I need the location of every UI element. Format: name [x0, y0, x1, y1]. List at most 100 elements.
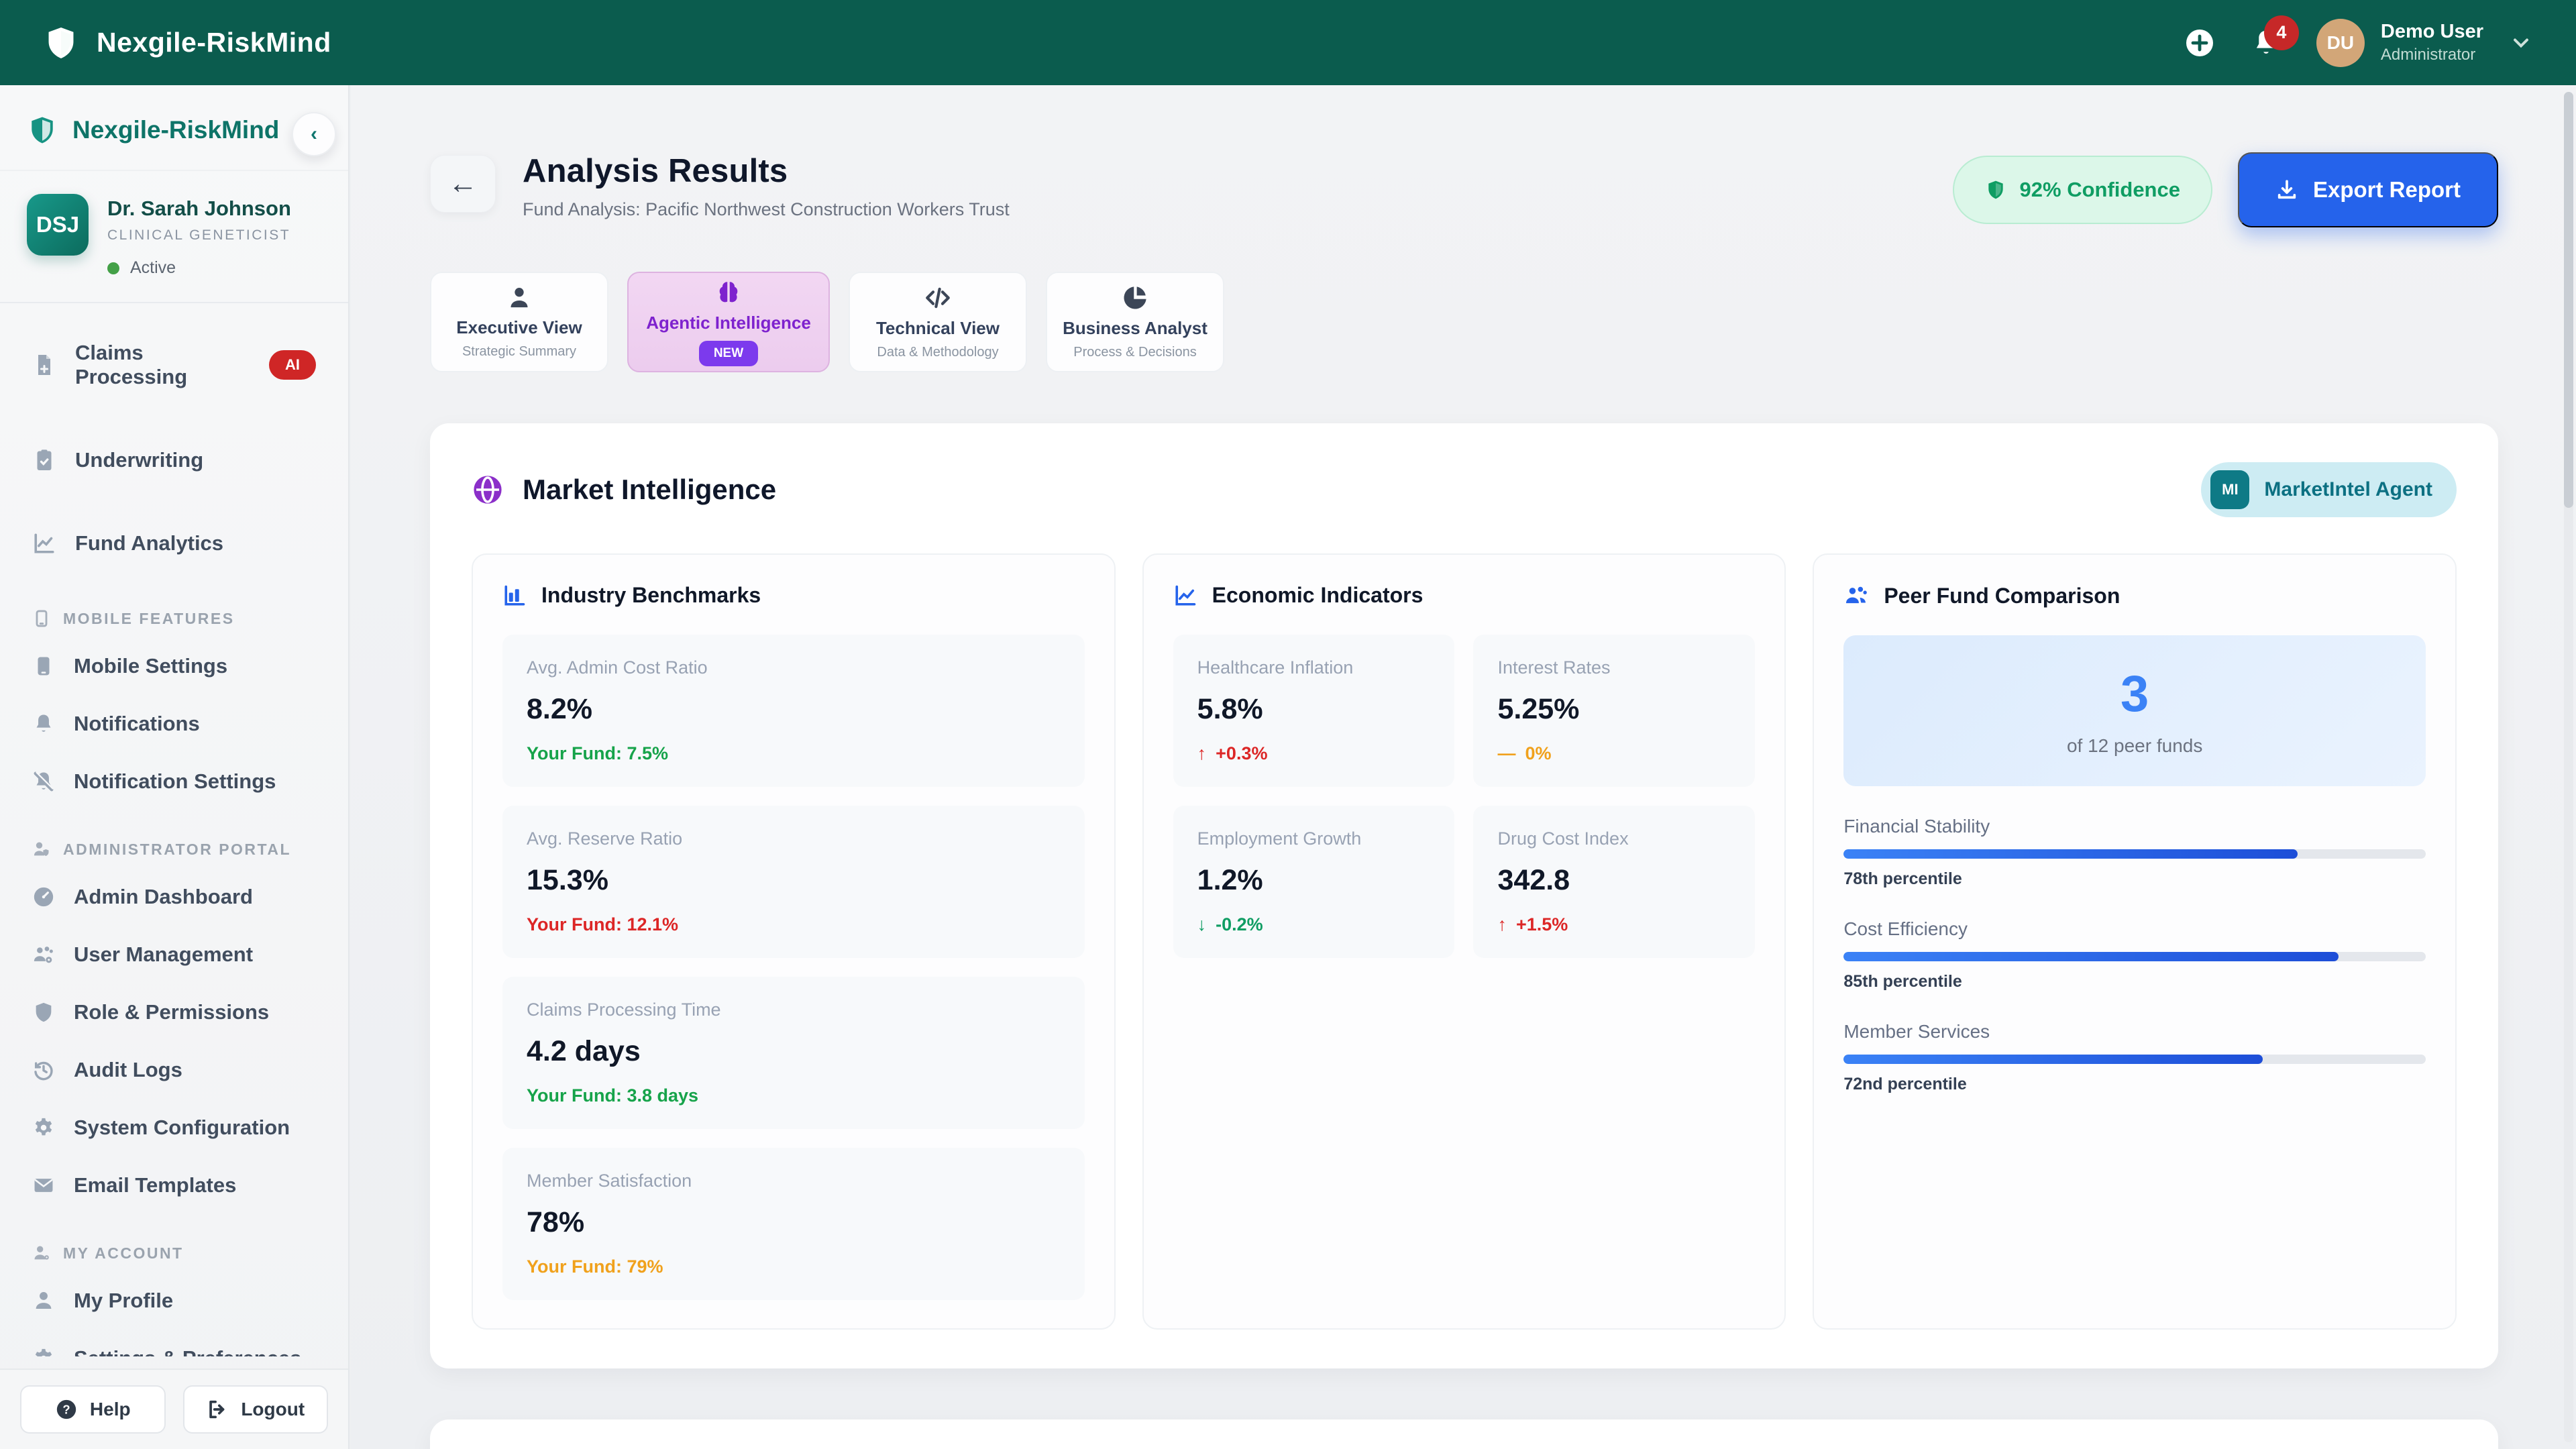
scrollbar-thumb[interactable]: [2564, 92, 2573, 508]
sidebar-profile: DSJ Dr. Sarah Johnson CLINICAL GENETICIS…: [0, 171, 348, 284]
sidebar-item-claims-processing[interactable]: Claims Processing AI: [17, 322, 331, 408]
sidebar-item-label: Role & Permissions: [74, 1000, 270, 1024]
add-button[interactable]: [2184, 27, 2216, 59]
sidebar-item-label: Settings & Preferences: [74, 1346, 301, 1356]
tab-agentic-intelligence[interactable]: Agentic Intelligence NEW: [627, 272, 830, 372]
pie-chart-icon: [1121, 284, 1149, 312]
percentile-bar: Member Services 72nd percentile: [1843, 1021, 2426, 1094]
user-shield-icon: [32, 840, 51, 859]
line-chart-icon: [32, 531, 56, 555]
sidebar-item-settings-preferences[interactable]: Settings & Preferences: [17, 1335, 331, 1356]
envelope-icon: [32, 1174, 55, 1197]
tab-business-analyst[interactable]: Business Analyst Process & Decisions: [1046, 272, 1224, 372]
peer-rank-box: 3 of 12 peer funds: [1843, 635, 2426, 786]
logout-button[interactable]: Logout: [182, 1385, 328, 1434]
sidebar-item-label: Fund Analytics: [75, 531, 224, 555]
sidebar-item-label: Underwriting: [75, 448, 204, 472]
gear-icon: [32, 1116, 55, 1139]
shield-logo-icon: [43, 25, 79, 61]
trend-down-indicator: ↓ -0.2%: [1197, 914, 1263, 934]
sidebar-item-role-permissions[interactable]: Role & Permissions: [17, 989, 331, 1036]
indicator-tile: Drug Cost Index 342.8 ↑ +1.5%: [1473, 806, 1756, 958]
profile-role: CLINICAL GENETICIST: [107, 227, 291, 243]
logout-icon: [206, 1398, 229, 1421]
help-button[interactable]: ? Help: [20, 1385, 166, 1434]
sidebar-nav: Claims Processing AI Underwriting Fund A…: [0, 303, 348, 1356]
section-my-account: MY ACCOUNT: [17, 1237, 331, 1269]
sidebar-item-notification-settings[interactable]: Notification Settings: [17, 758, 331, 805]
shield-icon: [32, 1001, 55, 1024]
sidebar-item-admin-dashboard[interactable]: Admin Dashboard: [17, 873, 331, 920]
back-button[interactable]: ←: [430, 155, 496, 213]
sidebar-item-label: Admin Dashboard: [74, 885, 253, 908]
tab-technical-view[interactable]: Technical View Data & Methodology: [849, 272, 1027, 372]
main-content: ← Analysis Results Fund Analysis: Pacifi…: [351, 85, 2576, 1449]
help-icon: ?: [55, 1398, 78, 1421]
benchmark-tile: Claims Processing Time 4.2 days Your Fun…: [502, 977, 1085, 1129]
sidebar-item-system-configuration[interactable]: System Configuration: [17, 1104, 331, 1151]
chevron-down-icon: [2509, 31, 2533, 55]
sidebar-collapse-button[interactable]: ‹: [292, 112, 336, 156]
sidebar-item-label: User Management: [74, 943, 254, 966]
file-plus-icon: [32, 353, 56, 377]
app-brand: Nexgile-RiskMind: [43, 25, 331, 61]
arrow-down-icon: ↓: [1197, 914, 1207, 934]
users-gear-icon: [32, 943, 55, 966]
sidebar-item-email-templates[interactable]: Email Templates: [17, 1162, 331, 1209]
user-role: Administrator: [2380, 46, 2476, 64]
shield-check-icon: [1985, 179, 2006, 201]
sidebar-item-label: System Configuration: [74, 1116, 290, 1139]
sidebar-item-fund-analytics[interactable]: Fund Analytics: [17, 513, 331, 574]
tab-executive-view[interactable]: Executive View Strategic Summary: [430, 272, 608, 372]
globe-icon: [472, 474, 504, 506]
sidebar-item-notifications[interactable]: Notifications: [17, 700, 331, 747]
indicator-tile: Healthcare Inflation 5.8% ↑ +0.3%: [1173, 635, 1455, 787]
confidence-badge: 92% Confidence: [1952, 156, 2212, 224]
ai-badge: AI: [269, 350, 316, 380]
svg-text:?: ?: [62, 1403, 70, 1417]
user-menu[interactable]: DU Demo User Administrator: [2316, 18, 2533, 67]
smartphone-icon: [32, 655, 55, 678]
sidebar-item-underwriting[interactable]: Underwriting: [17, 429, 331, 491]
sidebar-item-label: Notification Settings: [74, 769, 276, 793]
profile-name: Dr. Sarah Johnson: [107, 197, 291, 220]
sidebar-item-audit-logs[interactable]: Audit Logs: [17, 1046, 331, 1093]
bell-icon: [32, 712, 55, 735]
brain-icon: [714, 278, 743, 307]
trend-up-indicator: ↑ +0.3%: [1197, 743, 1268, 763]
scrollbar[interactable]: [2564, 92, 2573, 1442]
arrow-up-icon: ↑: [1497, 914, 1507, 934]
brand-title: Nexgile-RiskMind: [97, 27, 331, 58]
gauge-icon: [32, 885, 55, 908]
market-intelligence-panel: Market Intelligence MI MarketIntel Agent…: [430, 423, 2498, 1368]
peer-rank: 3: [2121, 665, 2149, 722]
bell-slash-icon: [32, 770, 55, 793]
indicator-tile: Employment Growth 1.2% ↓ -0.2%: [1173, 806, 1455, 958]
percentile-bar: Cost Efficiency 85th percentile: [1843, 918, 2426, 991]
sidebar-item-label: My Profile: [74, 1289, 174, 1312]
marketintel-agent-badge: MI MarketIntel Agent: [2201, 462, 2457, 517]
benchmark-tile: Avg. Admin Cost Ratio 8.2% Your Fund: 7.…: [502, 635, 1085, 787]
export-report-button[interactable]: Export Report: [2237, 152, 2498, 227]
peer-fund-comparison-card: Peer Fund Comparison 3 of 12 peer funds …: [1813, 553, 2457, 1330]
top-navbar: Nexgile-RiskMind 4 DU Demo User Administ…: [0, 0, 2576, 85]
economic-indicators-card: Economic Indicators Healthcare Inflation…: [1142, 553, 1786, 1330]
section-administrator-portal: ADMINISTRATOR PORTAL: [17, 833, 331, 865]
sidebar-item-my-profile[interactable]: My Profile: [17, 1277, 331, 1324]
user-icon: [32, 1289, 55, 1312]
sidebar-item-user-management[interactable]: User Management: [17, 931, 331, 978]
clipboard-check-icon: [32, 448, 56, 472]
sidebar-item-mobile-settings[interactable]: Mobile Settings: [17, 643, 331, 690]
new-badge: NEW: [698, 340, 759, 366]
industry-benchmarks-card: Industry Benchmarks Avg. Admin Cost Rati…: [472, 553, 1116, 1330]
trend-flat-indicator: — 0%: [1497, 743, 1552, 763]
benchmark-tile: Avg. Reserve Ratio 15.3% Your Fund: 12.1…: [502, 806, 1085, 958]
dash-icon: —: [1497, 743, 1516, 763]
notification-count-badge: 4: [2263, 15, 2299, 50]
benchmark-tile: Member Satisfaction 78% Your Fund: 79%: [502, 1148, 1085, 1300]
sidebar: Nexgile-RiskMind ‹ DSJ Dr. Sarah Johnson…: [0, 85, 350, 1449]
profile-avatar: DSJ: [27, 194, 89, 256]
user-avatar: DU: [2316, 18, 2365, 67]
predictive-analytics-panel: Predictive Analytics PR Predictor Agent …: [430, 1419, 2498, 1449]
notifications-button[interactable]: 4: [2251, 15, 2299, 58]
